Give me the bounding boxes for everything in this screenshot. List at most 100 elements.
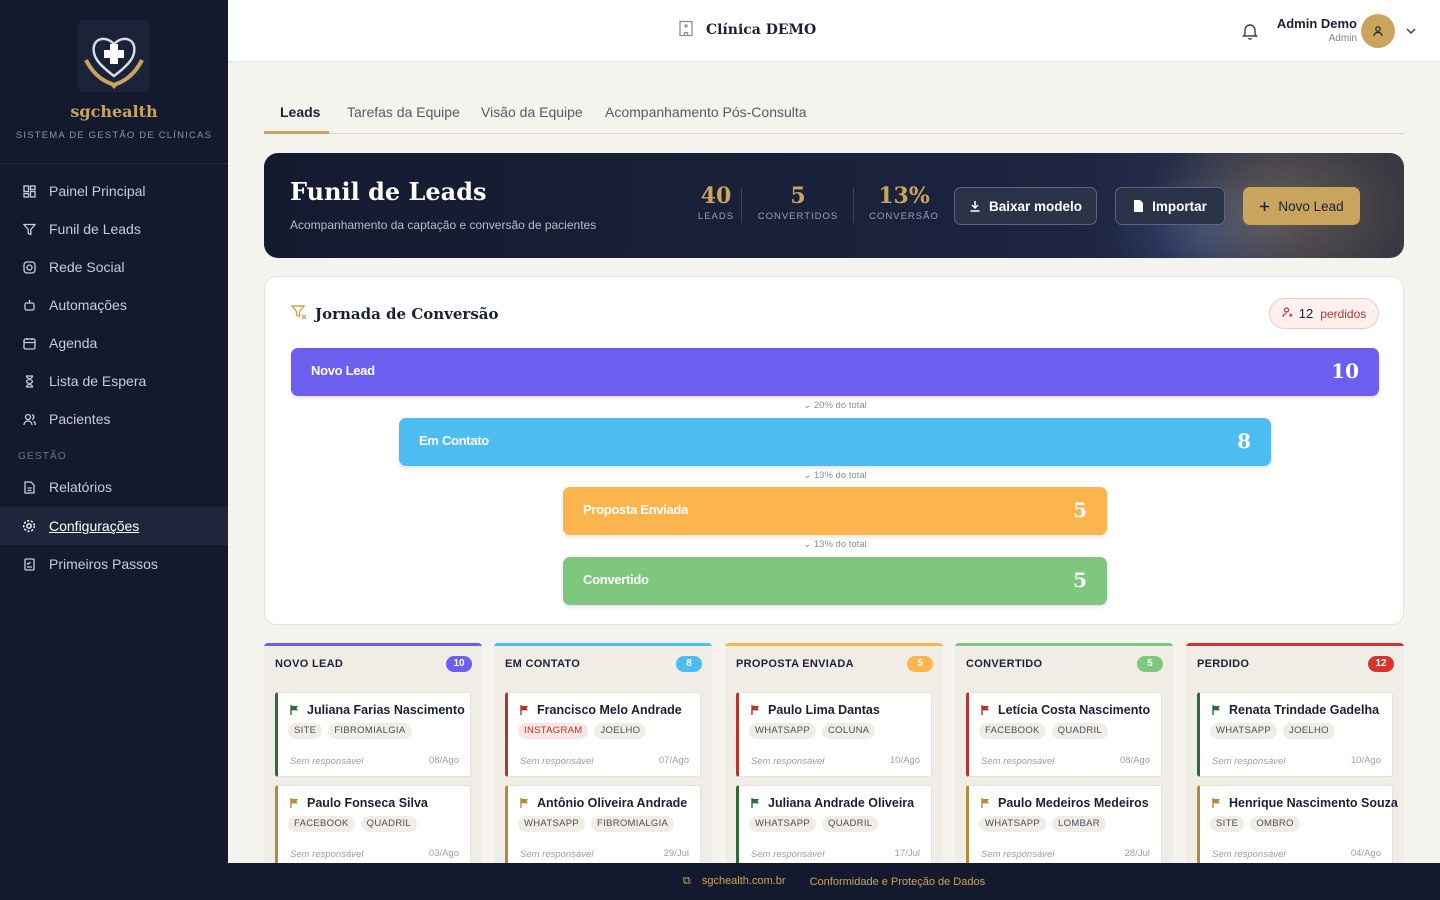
lead-card[interactable]: Henrique Nascimento Souza SITE OMBRO Sem re…: [1197, 785, 1398, 863]
import-button[interactable]: Importar: [1115, 187, 1225, 225]
lead-card[interactable]: Renata Trindade Gadelha WHATSAPP JOELHO Sem…: [1197, 692, 1393, 777]
sidebar-item-label: Configurações: [49, 518, 140, 534]
clinic-selector[interactable]: Clínica DEMO: [678, 20, 816, 40]
new-lead-button[interactable]: Novo Lead: [1243, 187, 1360, 225]
sidebar-item-label: Lista de Espera: [49, 373, 147, 389]
sidebar-item-primeiros-passos[interactable]: Primeiros Passos: [0, 545, 228, 583]
tab-tarefas-da-equipe[interactable]: Tarefas da Equipe: [347, 104, 460, 120]
lost-label: perdidos: [1320, 306, 1367, 321]
lead-name: Juliana Farias Nascimento: [307, 703, 465, 717]
stage-count: 5: [1073, 568, 1087, 592]
checklist-icon: [22, 557, 36, 571]
stat-label: LEADS: [697, 211, 735, 222]
conversion-journey-panel: Jornada de Conversão 12 perdidos Novo Le…: [264, 276, 1404, 625]
lead-name-row: Renata Trindade Gadelha: [1212, 703, 1379, 717]
column-accent: [1186, 643, 1404, 646]
lead-date: 28/Jul: [1124, 848, 1150, 859]
stat-value: 5: [790, 183, 806, 209]
stat-label: CONVERSÃO: [869, 211, 939, 222]
topbar: Clínica DEMO Admin Demo Admin: [228, 0, 1440, 62]
funnel-stage-proposta-enviada[interactable]: Proposta Enviada 5: [563, 487, 1107, 535]
tab-acompanhamento-pos-consulta[interactable]: Acompanhamento Pós-Consulta: [605, 104, 807, 120]
lead-tag: INSTAGRAM: [518, 723, 589, 739]
column-accent: [725, 643, 943, 646]
lead-card[interactable]: Letícia Costa Nascimento FACEBOOK QUADRIL S…: [966, 692, 1162, 777]
lead-tag: QUADRIL: [822, 816, 879, 832]
stage-percentage: ⌄ 13% do total: [803, 539, 867, 550]
sidebar-item-funil-de-leads[interactable]: Funil de Leads: [0, 210, 228, 248]
lead-card[interactable]: Juliana Farias Nascimento SITE FIBROMIALGI…: [275, 692, 471, 777]
page-subtitle: Acompanhamento da captação e conversão d…: [290, 218, 597, 232]
lead-name-row: Antônio Oliveira Andrade: [520, 796, 687, 810]
user-name: Admin Demo: [1276, 16, 1357, 31]
lead-date: 03/Ago: [428, 848, 459, 859]
users-icon: [22, 412, 36, 426]
chevron-down-icon[interactable]: [1405, 24, 1417, 42]
journey-title-text: Jornada de Conversão: [315, 305, 499, 323]
lost-leads-badge[interactable]: 12 perdidos: [1269, 298, 1379, 329]
column-title: EM CONTATO: [505, 658, 581, 670]
lead-card[interactable]: Francisco Melo Andrade INSTAGRAM JOELHO Sem…: [505, 692, 701, 777]
sidebar-item-relatorios[interactable]: Relatórios: [0, 468, 228, 506]
sidebar-item-automacoes[interactable]: Automações: [0, 286, 228, 324]
sidebar-item-configuracoes[interactable]: Configurações: [0, 507, 228, 545]
compliance-link[interactable]: Conformidade e Proteção de Dados: [810, 876, 986, 888]
stage-name: Convertido: [583, 572, 649, 587]
lead-card[interactable]: Juliana Andrade Oliveira WHATSAPP QUADRIL S…: [736, 785, 932, 863]
stage-percentage-text: 13% do total: [813, 539, 867, 550]
funnel-stage-em-contato[interactable]: Em Contato 8: [399, 418, 1271, 466]
dashboard-icon: [22, 184, 36, 198]
sidebar-item-lista-de-espera[interactable]: Lista de Espera: [0, 362, 228, 400]
notifications-bell-icon[interactable]: [1242, 22, 1258, 45]
lead-card[interactable]: Paulo Fonseca Silva FACEBOOK QUADRIL Sem re…: [275, 785, 471, 863]
priority-flag-icon: [290, 798, 299, 808]
sidebar-item-pacientes[interactable]: Pacientes: [0, 400, 228, 438]
brand-name: sgchealth: [70, 102, 158, 121]
lead-tags: WHATSAPP JOELHO: [1210, 723, 1341, 739]
column-accent: [264, 643, 482, 646]
sidebar-item-label: Automações: [49, 297, 127, 313]
tab-visao-da-equipe[interactable]: Visão da Equipe: [481, 104, 583, 120]
stage-name: Proposta Enviada: [583, 502, 689, 517]
sidebar-item-painel-principal[interactable]: Painel Principal: [0, 172, 228, 210]
user-x-icon: [1282, 306, 1293, 321]
page-tabs: Leads Tarefas da Equipe Visão da Equipe …: [264, 92, 1404, 134]
funnel-stage-novo-lead[interactable]: Novo Lead 10: [291, 348, 1379, 396]
lead-name-row: Francisco Melo Andrade: [520, 703, 682, 717]
lead-card[interactable]: Paulo Lima Dantas WHATSAPP COLUNA Sem respo…: [736, 692, 932, 777]
priority-flag-icon: [520, 798, 529, 808]
priority-flag-icon: [981, 798, 990, 808]
lead-card[interactable]: Antônio Oliveira Andrade WHATSAPP FIBROMIA…: [505, 785, 701, 863]
lead-tags: FACEBOOK QUADRIL: [288, 816, 423, 832]
lead-responsible: Sem responsável: [751, 756, 825, 767]
leads-hero-banner: Funil de Leads Acompanhamento da captaçã…: [264, 153, 1404, 258]
lead-tag: OMBRO: [1250, 816, 1300, 832]
column-accent: [955, 643, 1173, 646]
stat-label: CONVERTIDOS: [757, 211, 839, 222]
lead-name-row: Paulo Medeiros Medeiros: [981, 796, 1149, 810]
lead-tag: COLUNA: [822, 723, 876, 739]
stage-percentage: ⌄ 20% do total: [803, 400, 867, 411]
sidebar-item-rede-social[interactable]: Rede Social: [0, 248, 228, 286]
kanban-column: EM CONTATO 8 Francisco Melo Andrade INSTAGR…: [494, 643, 712, 863]
kanban-column: PERDIDO 12 Renata Trindade Gadelha WHATSAPP…: [1186, 643, 1404, 863]
stat-divider: [741, 187, 742, 223]
funnel-filter-icon: [290, 304, 307, 324]
lead-tag: WHATSAPP: [749, 723, 817, 739]
column-title: PROPOSTA ENVIADA: [736, 658, 854, 670]
funnel-stage-convertido[interactable]: Convertido 5: [563, 557, 1107, 605]
lead-responsible: Sem responsável: [1212, 849, 1286, 860]
lead-name: Juliana Andrade Oliveira: [768, 796, 915, 810]
lead-tags: WHATSAPP FIBROMIALGIA: [518, 816, 680, 832]
lost-count: 12: [1298, 306, 1314, 321]
sidebar-item-agenda[interactable]: Agenda: [0, 324, 228, 362]
lead-tag: QUADRIL: [1051, 723, 1109, 739]
lead-name-row: Henrique Nascimento Souza: [1212, 796, 1398, 810]
avatar[interactable]: [1361, 14, 1395, 48]
download-template-button[interactable]: Baixar modelo: [954, 187, 1097, 225]
website-link[interactable]: ⧉ sgchealth.com.br: [683, 875, 794, 888]
stage-name: Novo Lead: [311, 363, 375, 378]
tab-leads[interactable]: Leads: [280, 104, 320, 120]
lead-responsible: Sem responsável: [981, 756, 1055, 767]
lead-card[interactable]: Paulo Medeiros Medeiros WHATSAPP LOMBAR Sem…: [966, 785, 1162, 863]
